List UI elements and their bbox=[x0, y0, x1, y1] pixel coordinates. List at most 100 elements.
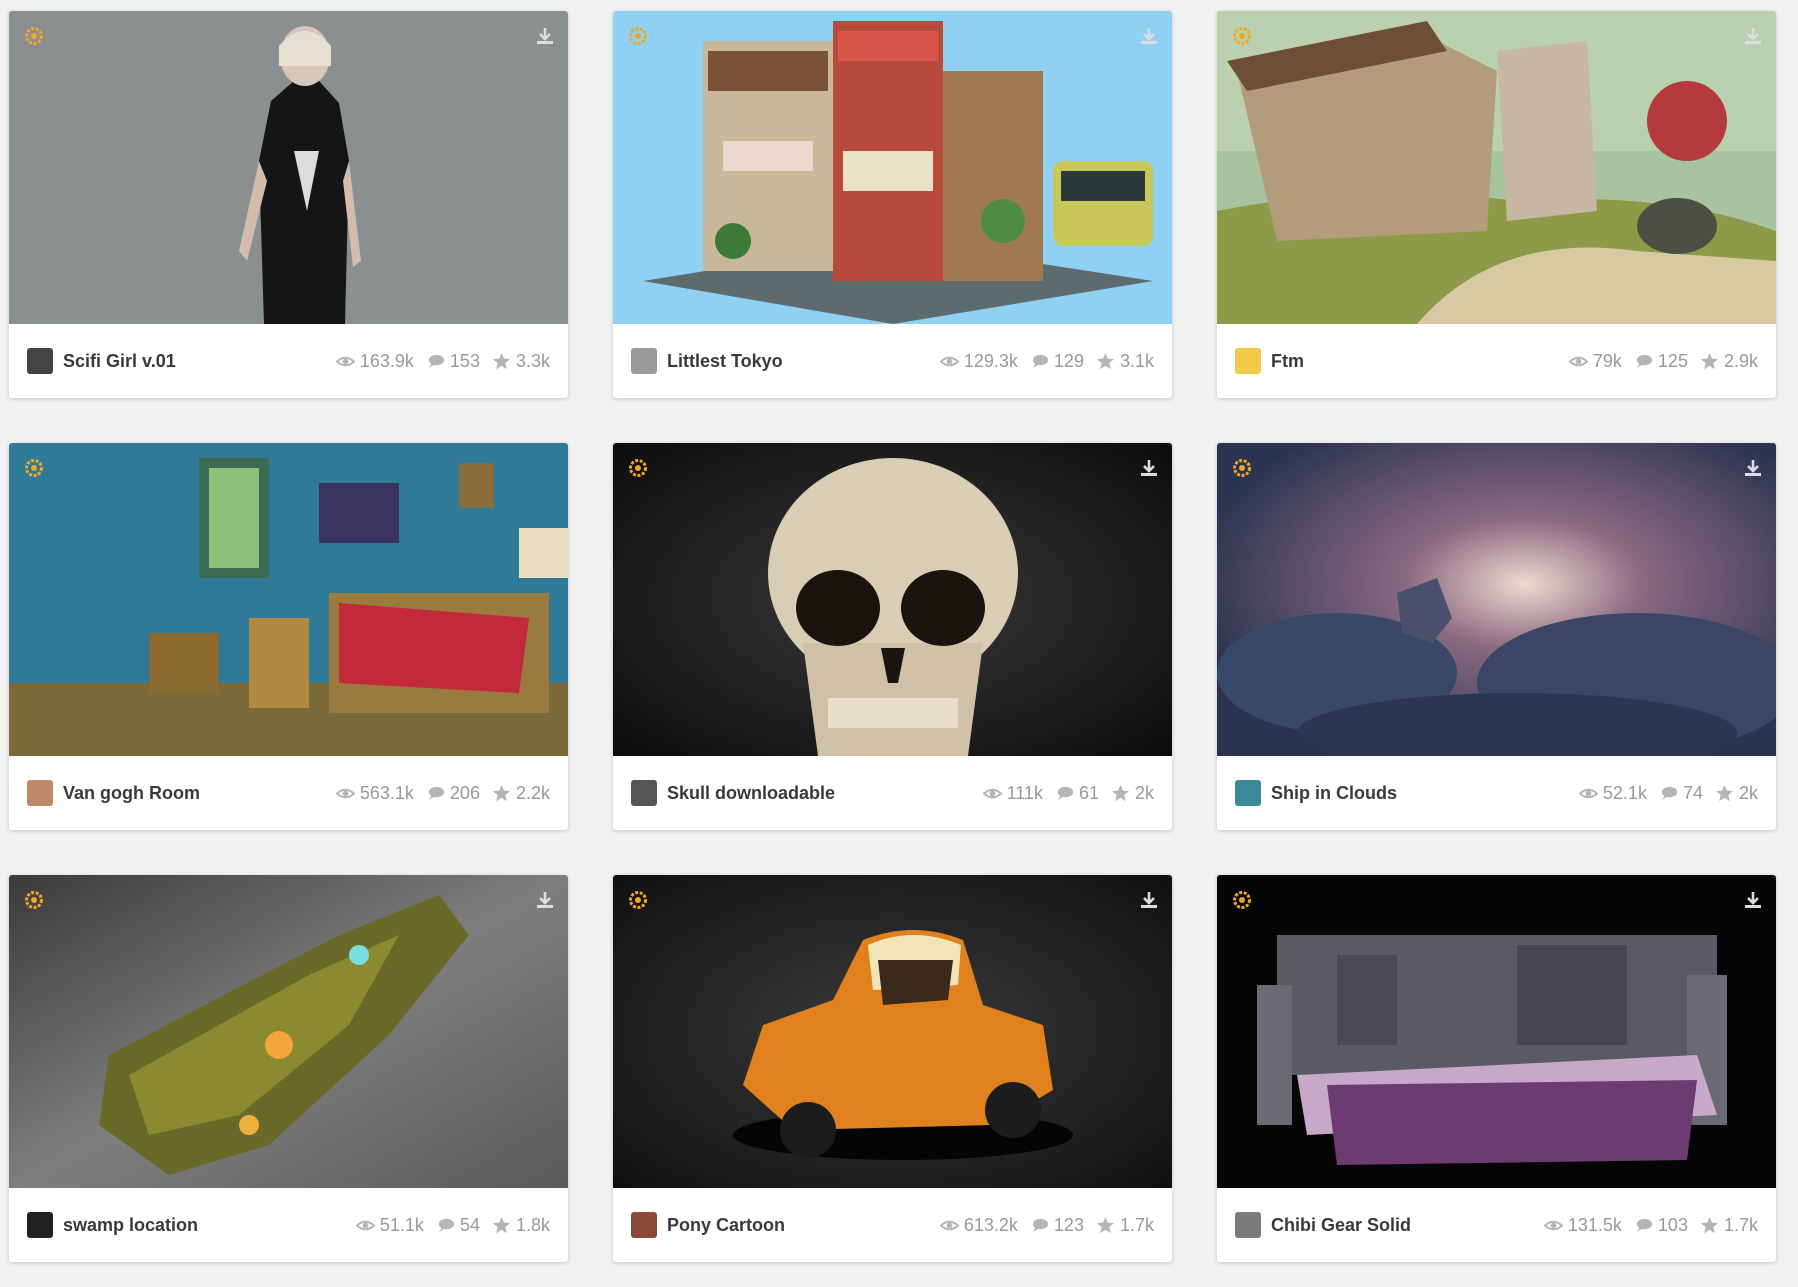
model-meta: Littlest Tokyo 129.3k 129 3.1k bbox=[613, 324, 1172, 398]
eye-icon bbox=[1569, 352, 1588, 371]
model-thumbnail[interactable] bbox=[613, 443, 1172, 756]
thumbnail-image bbox=[1217, 443, 1776, 756]
comment-icon bbox=[436, 1216, 455, 1235]
comment-icon bbox=[1055, 784, 1074, 803]
model-meta: swamp location 51.1k 54 1.8k bbox=[9, 1188, 568, 1262]
eye-icon bbox=[356, 1216, 375, 1235]
comment-count: 54 bbox=[459, 1214, 480, 1235]
comment-icon bbox=[1634, 1216, 1653, 1235]
model-title[interactable]: Van gogh Room bbox=[63, 783, 324, 804]
view-count: 51.1k bbox=[379, 1214, 424, 1235]
staff-pick-icon bbox=[24, 890, 44, 910]
view-count: 163.9k bbox=[359, 350, 414, 371]
model-title[interactable]: Ftm bbox=[1271, 351, 1557, 372]
star-icon bbox=[1700, 352, 1719, 371]
staff-pick-icon bbox=[628, 458, 648, 478]
star-icon bbox=[492, 784, 511, 803]
avatar[interactable] bbox=[27, 1212, 53, 1238]
model-card[interactable]: Ftm 79k 125 2.9k bbox=[1217, 11, 1776, 398]
model-thumbnail[interactable] bbox=[613, 875, 1172, 1188]
comment-icon bbox=[1030, 1216, 1049, 1235]
eye-icon bbox=[940, 352, 959, 371]
avatar[interactable] bbox=[1235, 348, 1261, 374]
model-title[interactable]: Skull downloadable bbox=[667, 783, 971, 804]
view-count: 613.2k bbox=[963, 1214, 1018, 1235]
thumbnail-image bbox=[1217, 11, 1776, 324]
comment-icon bbox=[1634, 352, 1653, 371]
star-icon bbox=[1096, 352, 1115, 371]
model-card[interactable]: Skull downloadable 111k 61 2k bbox=[613, 443, 1172, 830]
model-thumbnail[interactable] bbox=[613, 11, 1172, 324]
staff-pick-icon bbox=[628, 26, 648, 46]
avatar[interactable] bbox=[631, 1212, 657, 1238]
view-count: 563.1k bbox=[359, 782, 414, 803]
like-count: 2k bbox=[1738, 782, 1758, 803]
model-card[interactable]: Littlest Tokyo 129.3k 129 3.1k bbox=[613, 11, 1172, 398]
model-card[interactable]: Van gogh Room 563.1k 206 2.2k bbox=[9, 443, 568, 830]
model-stats: 613.2k 123 1.7k bbox=[928, 1215, 1154, 1236]
model-stats: 52.1k 74 2k bbox=[1567, 783, 1758, 804]
model-card[interactable]: Scifi Girl v.01 163.9k 153 3.3k bbox=[9, 11, 568, 398]
star-icon bbox=[1111, 784, 1130, 803]
avatar[interactable] bbox=[1235, 780, 1261, 806]
download-icon[interactable] bbox=[1742, 889, 1764, 911]
staff-pick-icon bbox=[1232, 26, 1252, 46]
comment-icon bbox=[426, 784, 445, 803]
download-icon[interactable] bbox=[1138, 457, 1160, 479]
model-thumbnail[interactable] bbox=[1217, 443, 1776, 756]
model-thumbnail[interactable] bbox=[1217, 11, 1776, 324]
download-icon[interactable] bbox=[1742, 457, 1764, 479]
like-count: 2.9k bbox=[1723, 350, 1758, 371]
download-icon[interactable] bbox=[1138, 889, 1160, 911]
avatar[interactable] bbox=[631, 780, 657, 806]
model-card[interactable]: Pony Cartoon 613.2k 123 1.7k bbox=[613, 875, 1172, 1262]
star-icon bbox=[1700, 1216, 1719, 1235]
model-stats: 131.5k 103 1.7k bbox=[1532, 1215, 1758, 1236]
star-icon bbox=[1715, 784, 1734, 803]
comment-count: 61 bbox=[1078, 782, 1099, 803]
model-card[interactable]: Chibi Gear Solid 131.5k 103 1.7k bbox=[1217, 875, 1776, 1262]
model-card[interactable]: swamp location 51.1k 54 1.8k bbox=[9, 875, 568, 1262]
staff-pick-icon bbox=[24, 26, 44, 46]
like-count: 3.3k bbox=[515, 350, 550, 371]
model-title[interactable]: swamp location bbox=[63, 1215, 344, 1236]
comment-count: 206 bbox=[449, 782, 480, 803]
comment-count: 153 bbox=[449, 350, 480, 371]
avatar[interactable] bbox=[1235, 1212, 1261, 1238]
comment-icon bbox=[1659, 784, 1678, 803]
model-title[interactable]: Ship in Clouds bbox=[1271, 783, 1567, 804]
comment-count: 129 bbox=[1053, 350, 1084, 371]
model-thumbnail[interactable] bbox=[9, 11, 568, 324]
like-count: 2.2k bbox=[515, 782, 550, 803]
model-thumbnail[interactable] bbox=[9, 875, 568, 1188]
model-meta: Ship in Clouds 52.1k 74 2k bbox=[1217, 756, 1776, 830]
comment-count: 125 bbox=[1657, 350, 1688, 371]
model-card[interactable]: Ship in Clouds 52.1k 74 2k bbox=[1217, 443, 1776, 830]
model-meta: Ftm 79k 125 2.9k bbox=[1217, 324, 1776, 398]
download-icon[interactable] bbox=[1742, 25, 1764, 47]
star-icon bbox=[492, 1216, 511, 1235]
eye-icon bbox=[983, 784, 1002, 803]
model-thumbnail[interactable] bbox=[1217, 875, 1776, 1188]
model-title[interactable]: Scifi Girl v.01 bbox=[63, 351, 324, 372]
model-meta: Scifi Girl v.01 163.9k 153 3.3k bbox=[9, 324, 568, 398]
staff-pick-icon bbox=[24, 458, 44, 478]
avatar[interactable] bbox=[27, 348, 53, 374]
download-icon[interactable] bbox=[534, 889, 556, 911]
model-title[interactable]: Pony Cartoon bbox=[667, 1215, 928, 1236]
model-meta: Skull downloadable 111k 61 2k bbox=[613, 756, 1172, 830]
download-icon[interactable] bbox=[534, 25, 556, 47]
avatar[interactable] bbox=[631, 348, 657, 374]
model-title[interactable]: Littlest Tokyo bbox=[667, 351, 928, 372]
model-thumbnail[interactable] bbox=[9, 443, 568, 756]
eye-icon bbox=[1579, 784, 1598, 803]
eye-icon bbox=[940, 1216, 959, 1235]
model-stats: 163.9k 153 3.3k bbox=[324, 351, 550, 372]
model-title[interactable]: Chibi Gear Solid bbox=[1271, 1215, 1532, 1236]
avatar[interactable] bbox=[27, 780, 53, 806]
model-meta: Pony Cartoon 613.2k 123 1.7k bbox=[613, 1188, 1172, 1262]
comment-count: 103 bbox=[1657, 1214, 1688, 1235]
like-count: 3.1k bbox=[1119, 350, 1154, 371]
model-grid: Scifi Girl v.01 163.9k 153 3.3k Littlest… bbox=[9, 11, 1776, 1262]
download-icon[interactable] bbox=[1138, 25, 1160, 47]
